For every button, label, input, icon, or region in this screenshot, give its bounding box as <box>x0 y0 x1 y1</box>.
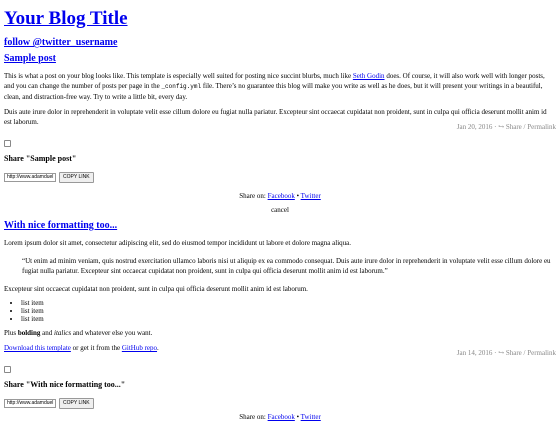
share-arrow-icon: ↪ <box>498 349 505 357</box>
twitter-link[interactable]: Twitter <box>301 192 321 200</box>
post-paragraph: Plus bolding and italics and whatever el… <box>4 328 556 338</box>
post-formatting: With nice formatting too... Lorem ipsum … <box>4 220 556 353</box>
post-date: Jan 14, 2016 <box>456 349 493 357</box>
permalink-link[interactable]: Permalink <box>527 123 556 131</box>
share-arrow-icon: ↪ <box>498 123 505 131</box>
share-toggle-checkbox[interactable] <box>4 366 11 373</box>
facebook-link[interactable]: Facebook <box>268 192 295 200</box>
copy-link-button[interactable]: COPY LINK <box>59 172 94 183</box>
share-link[interactable]: Share <box>506 349 522 357</box>
post-paragraph: Excepteur sint occaecat cupidatat non pr… <box>4 285 308 293</box>
post-title: With nice formatting too... <box>4 220 556 232</box>
post-title-link[interactable]: Sample post <box>4 53 56 64</box>
share-heading: Share "Sample post" <box>4 154 77 163</box>
text-span: Plus <box>4 329 18 337</box>
blog-title-link[interactable]: Your Blog Title <box>4 8 128 29</box>
share-url-input[interactable]: http://www.adamduel <box>4 399 56 408</box>
post-blockquote: “Ut enim ad minim veniam, quis nostrud e… <box>22 257 551 275</box>
meta-separator: / <box>523 123 526 131</box>
post-paragraph: This is what a post on your blog looks l… <box>4 71 556 102</box>
text-span: and whatever else you want. <box>71 329 153 337</box>
meta-separator: / <box>523 349 526 357</box>
share-on-label: Share on: <box>239 192 268 200</box>
meta-separator: · <box>494 349 497 357</box>
seth-godin-link[interactable]: Seth Godin <box>353 72 385 80</box>
post-list: list item list item list item <box>4 299 556 323</box>
post-meta: Jan 20, 2016 · ↪ Share / Permalink <box>4 122 556 132</box>
bold-text: bolding <box>17 329 41 337</box>
share-toggle-checkbox[interactable] <box>4 140 11 147</box>
follow-line: follow @twitter_username <box>4 37 556 49</box>
blog-title: Your Blog Title <box>4 8 556 30</box>
share-toggle <box>4 366 556 373</box>
text-span: This is what a post on your blog looks l… <box>4 72 353 80</box>
post-title: Sample post <box>4 53 556 65</box>
share-link[interactable]: Share <box>506 123 522 131</box>
text-span: and <box>40 329 54 337</box>
share-on-line: Share on: Facebook • Twitter <box>239 413 321 421</box>
post-title-link[interactable]: With nice formatting too... <box>4 220 117 231</box>
follow-twitter-link[interactable]: follow @twitter_username <box>4 37 117 48</box>
share-on-line: Share on: Facebook • Twitter <box>239 192 321 200</box>
meta-separator: · <box>494 123 497 131</box>
share-heading: Share "With nice formatting too..." <box>4 380 126 389</box>
post-meta: Jan 14, 2016 · ↪ Share / Permalink <box>4 348 556 358</box>
list-item: list item <box>21 299 556 307</box>
post-date: Jan 20, 2016 <box>456 123 493 131</box>
italic-text: italics <box>54 329 72 337</box>
share-toggle <box>4 140 556 147</box>
share-url-input[interactable]: http://www.adamduel <box>4 173 56 182</box>
share-url-row: http://www.adamduel COPY LINK <box>4 172 556 183</box>
share-url-row: http://www.adamduel COPY LINK <box>4 398 556 409</box>
post-paragraph: Lorem ipsum dolor sit amet, consectetur … <box>4 239 351 247</box>
config-code: _config.yml <box>161 83 202 90</box>
copy-link-button[interactable]: COPY LINK <box>59 398 94 409</box>
post-sample: Sample post This is what a post on your … <box>4 53 556 127</box>
list-item: list item <box>21 307 556 315</box>
list-item: list item <box>21 315 556 323</box>
cancel-button[interactable]: cancel <box>4 205 556 215</box>
permalink-link[interactable]: Permalink <box>527 349 556 357</box>
page-content: Your Blog Title follow @twitter_username… <box>4 8 556 421</box>
